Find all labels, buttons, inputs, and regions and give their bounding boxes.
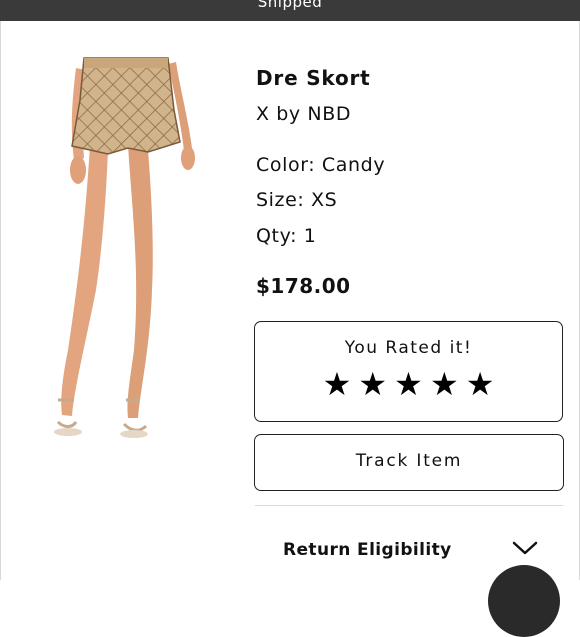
return-eligibility-label[interactable]: Return Eligibility <box>283 540 452 560</box>
rating-card: You Rated it! ★ ★ ★ ★ ★ <box>254 321 563 422</box>
rating-label: You Rated it! <box>344 338 473 358</box>
product-size: Size: XS <box>256 189 338 211</box>
product-qty: Qty: 1 <box>256 225 317 247</box>
left-edge-divider <box>0 21 1 580</box>
product-color: Color: Candy <box>256 154 386 176</box>
floating-action-button[interactable] <box>488 565 560 637</box>
chevron-down-icon[interactable] <box>511 538 539 558</box>
product-price: $178.00 <box>256 274 351 298</box>
star-icon[interactable]: ★ <box>394 368 423 400</box>
status-bar: Shipped <box>0 0 580 21</box>
track-item-button[interactable]: Track Item <box>254 434 564 491</box>
star-icon[interactable]: ★ <box>430 368 459 400</box>
product-brand: X by NBD <box>256 103 352 125</box>
product-image <box>54 57 195 438</box>
star-icon[interactable]: ★ <box>323 368 352 400</box>
product-title: Dre Skort <box>256 66 371 90</box>
status-text: Shipped <box>257 0 323 11</box>
section-divider <box>255 505 563 506</box>
star-rating[interactable]: ★ ★ ★ ★ ★ <box>255 368 562 400</box>
star-icon[interactable]: ★ <box>358 368 387 400</box>
star-icon[interactable]: ★ <box>466 368 495 400</box>
